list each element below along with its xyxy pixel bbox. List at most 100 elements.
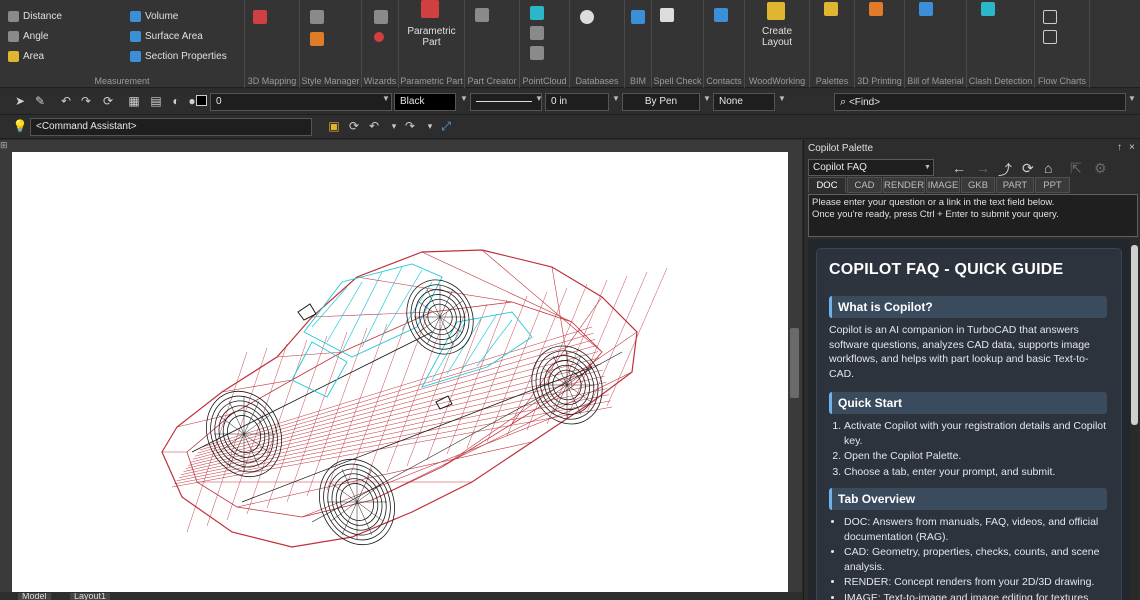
back-icon[interactable]: ← [952, 160, 966, 176]
spell-check-icon[interactable] [660, 8, 674, 22]
view-corner-icon[interactable]: ⊞ [0, 140, 8, 151]
layer-select[interactable]: 0 [210, 93, 392, 111]
zoom-extents-icon[interactable]: ⤢ [438, 118, 454, 134]
group-label-spell-check: Spell Check [653, 76, 702, 86]
linestyle-dropdown-icon[interactable]: ▼ [535, 94, 543, 103]
linestyle-select[interactable] [470, 93, 542, 111]
drawing-canvas[interactable] [12, 152, 788, 592]
style-palette-icon[interactable] [310, 32, 324, 46]
undo-view-icon[interactable]: ↶ [366, 118, 382, 134]
find-dropdown-icon[interactable]: ▼ [1128, 94, 1136, 103]
bim-icon[interactable] [631, 10, 645, 24]
style-manager-icon[interactable] [310, 10, 324, 24]
ribbon-group-clash-detection: Clash Detection [967, 0, 1035, 88]
angle-tool[interactable]: Angle [8, 31, 49, 42]
wizard-target-icon[interactable] [374, 32, 384, 42]
redo-icon[interactable]: ↷ [78, 93, 94, 109]
windshield-wireframe [291, 263, 533, 398]
tab-render[interactable]: RENDER [883, 177, 925, 193]
scrollbar-thumb[interactable] [790, 328, 799, 398]
copilot-response-area[interactable]: COPILOT FAQ - QUICK GUIDE What is Copilo… [808, 239, 1139, 600]
car-wireframe [161, 249, 668, 548]
create-layout-button[interactable]: Create Layout [745, 26, 809, 48]
pointcloud-edit-icon[interactable] [530, 46, 544, 60]
ribbon-group-bim: BIM [625, 0, 652, 88]
style-select[interactable]: None [713, 93, 775, 111]
copilot-query-input[interactable]: Please enter your question or a link in … [808, 194, 1138, 237]
pointcloud-import-icon[interactable] [530, 26, 544, 40]
redo-view-icon[interactable]: ↷ [402, 118, 418, 134]
color-select[interactable]: Black [394, 93, 456, 111]
save-icon[interactable]: ▣ [326, 118, 342, 134]
distance-icon [8, 11, 19, 22]
clash-detection-icon[interactable] [981, 2, 995, 16]
mirrors [297, 303, 453, 410]
bill-of-material-icon[interactable] [919, 2, 933, 16]
forward-icon[interactable]: → [976, 160, 990, 176]
edit-tool-icon[interactable]: ✎ [32, 93, 48, 109]
export-icon[interactable]: ⇱ [1070, 160, 1082, 177]
layer-color-swatch[interactable] [196, 95, 207, 106]
copilot-mode-select[interactable]: Copilot FAQ [808, 159, 934, 176]
color-dropdown-icon[interactable]: ▼ [460, 94, 468, 103]
find-input[interactable]: ⌕ <Find> [834, 93, 1126, 111]
refresh-icon[interactable]: ⟳ [1022, 160, 1034, 177]
parametric-part-icon[interactable] [421, 0, 439, 18]
layer-dropdown-icon[interactable]: ▼ [382, 94, 390, 103]
select-arrow-icon[interactable]: ➤ [12, 93, 28, 109]
part-creator-icon[interactable] [475, 8, 489, 22]
palettes-icon[interactable] [824, 2, 838, 16]
pointcloud-icon[interactable] [530, 6, 544, 20]
tab-layout1[interactable]: Layout1 [70, 593, 111, 600]
tab-doc[interactable]: DOC [808, 177, 846, 193]
pen-dropdown-icon[interactable]: ▼ [703, 94, 711, 103]
history-dropdown-icon[interactable]: ▾ [386, 118, 402, 134]
wizard-icon[interactable] [374, 10, 388, 24]
grid-icon[interactable]: ▦ [126, 93, 142, 109]
volume-tool[interactable]: Volume [130, 11, 178, 22]
list-item: DOC: Answers from manuals, FAQ, videos, … [844, 515, 1111, 544]
print-icon[interactable]: ▤ [148, 93, 164, 109]
tab-image[interactable]: IMAGE [926, 177, 960, 193]
flow-chart-connector-icon[interactable] [1043, 30, 1057, 44]
car-body-wireframe [161, 249, 668, 548]
close-icon[interactable]: × [1129, 142, 1135, 153]
command-assistant-input[interactable]: <Command Assistant> [30, 118, 312, 136]
settings-icon[interactable]: ⚙ [1094, 160, 1107, 177]
layer-visibility-icon[interactable]: ◐ [168, 93, 184, 109]
tab-gkb[interactable]: GKB [961, 177, 995, 193]
3d-mapping-icon[interactable] [253, 10, 267, 24]
parametric-part-button[interactable]: Parametric Part [399, 26, 464, 48]
line-width-dropdown-icon[interactable]: ▼ [612, 94, 620, 103]
tab-model[interactable]: Model [18, 593, 51, 600]
palette-scrollbar-thumb[interactable] [1131, 245, 1138, 425]
tab-cad[interactable]: CAD [847, 177, 882, 193]
group-label-flow-charts: Flow Charts [1037, 76, 1086, 86]
tab-ppt[interactable]: PPT [1035, 177, 1070, 193]
ribbon-group-parametric-part: Parametric Part Parametric Part [399, 0, 465, 88]
refresh-icon[interactable]: ⟳ [100, 93, 116, 109]
ribbon-group-measurement: Distance Angle Area Volume Surface Area … [0, 0, 245, 88]
palette-scrollbar[interactable] [1130, 239, 1139, 600]
area-tool[interactable]: Area [8, 51, 44, 62]
list-item: CAD: Geometry, properties, checks, count… [844, 545, 1111, 574]
flow-chart-shape-icon[interactable] [1043, 10, 1057, 24]
3d-printing-icon[interactable] [869, 2, 883, 16]
pin-icon[interactable]: ↑ [1117, 142, 1122, 153]
chevron-down-icon[interactable]: ▼ [924, 164, 931, 171]
undo-icon[interactable]: ↶ [58, 93, 74, 109]
style-dropdown-icon[interactable]: ▼ [778, 94, 786, 103]
create-layout-icon[interactable] [767, 2, 785, 20]
tab-part[interactable]: PART [996, 177, 1034, 193]
home-icon[interactable]: ⌂ [1044, 160, 1052, 176]
refresh-view-icon[interactable]: ⟳ [346, 118, 362, 134]
contacts-icon[interactable] [714, 8, 728, 22]
redo-dropdown-icon[interactable]: ▾ [422, 118, 438, 134]
section-properties-tool[interactable]: Section Properties [130, 51, 227, 62]
drawing-vertical-scrollbar[interactable] [789, 153, 800, 593]
pen-select[interactable]: By Pen [622, 93, 700, 111]
database-icon[interactable] [580, 10, 594, 24]
distance-tool[interactable]: Distance [8, 11, 62, 22]
surface-area-tool[interactable]: Surface Area [130, 31, 203, 42]
line-width-input[interactable]: 0 in [545, 93, 609, 111]
